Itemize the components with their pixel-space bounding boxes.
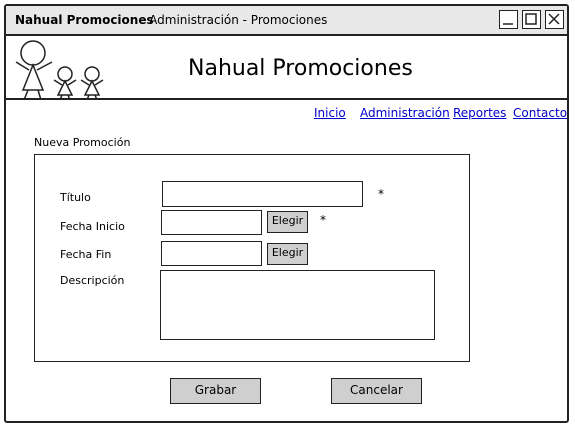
nav-link-inicio[interactable]: Inicio (314, 106, 346, 120)
page-title: Nahual Promociones (188, 56, 413, 81)
maximize-button[interactable] (522, 10, 541, 29)
nav-link-administracion[interactable]: Administración (360, 106, 450, 120)
titulo-label: Título (60, 191, 91, 204)
family-logo-icon (15, 40, 104, 100)
app-window: Nahual Promociones - Administración - Pr… (4, 4, 569, 423)
fecha-inicio-input[interactable] (161, 210, 262, 235)
promotion-form: Título * Fecha Inicio Elegir * Fecha Fin… (34, 154, 470, 362)
minimize-icon (503, 23, 513, 25)
maximize-icon (525, 13, 537, 25)
descripcion-textarea[interactable] (160, 270, 435, 340)
close-icon (548, 13, 560, 25)
titulo-input[interactable] (162, 181, 363, 207)
cancelar-button[interactable]: Cancelar (331, 378, 422, 404)
nav-link-reportes[interactable]: Reportes (453, 106, 506, 120)
descripcion-label: Descripción (60, 274, 125, 287)
window-subtitle: - Administración - Promociones (141, 13, 328, 27)
grabar-button[interactable]: Grabar (170, 378, 261, 404)
fecha-inicio-elegir-button[interactable]: Elegir (267, 211, 308, 233)
titulo-required-mark: * (378, 187, 384, 201)
title-bar: Nahual Promociones - Administración - Pr… (6, 6, 567, 36)
fecha-fin-input[interactable] (161, 241, 262, 266)
fecha-inicio-label: Fecha Inicio (60, 220, 125, 233)
page-header: Nahual Promociones (6, 36, 567, 100)
close-button[interactable] (545, 10, 564, 29)
fecha-fin-label: Fecha Fin (60, 248, 112, 261)
fecha-inicio-required-mark: * (320, 213, 326, 227)
nav-link-contacto[interactable]: Contacto (513, 106, 567, 120)
app-name: Nahual Promociones (15, 13, 154, 27)
section-label: Nueva Promoción (34, 136, 131, 149)
fecha-fin-elegir-button[interactable]: Elegir (267, 243, 308, 265)
minimize-button[interactable] (499, 10, 518, 29)
